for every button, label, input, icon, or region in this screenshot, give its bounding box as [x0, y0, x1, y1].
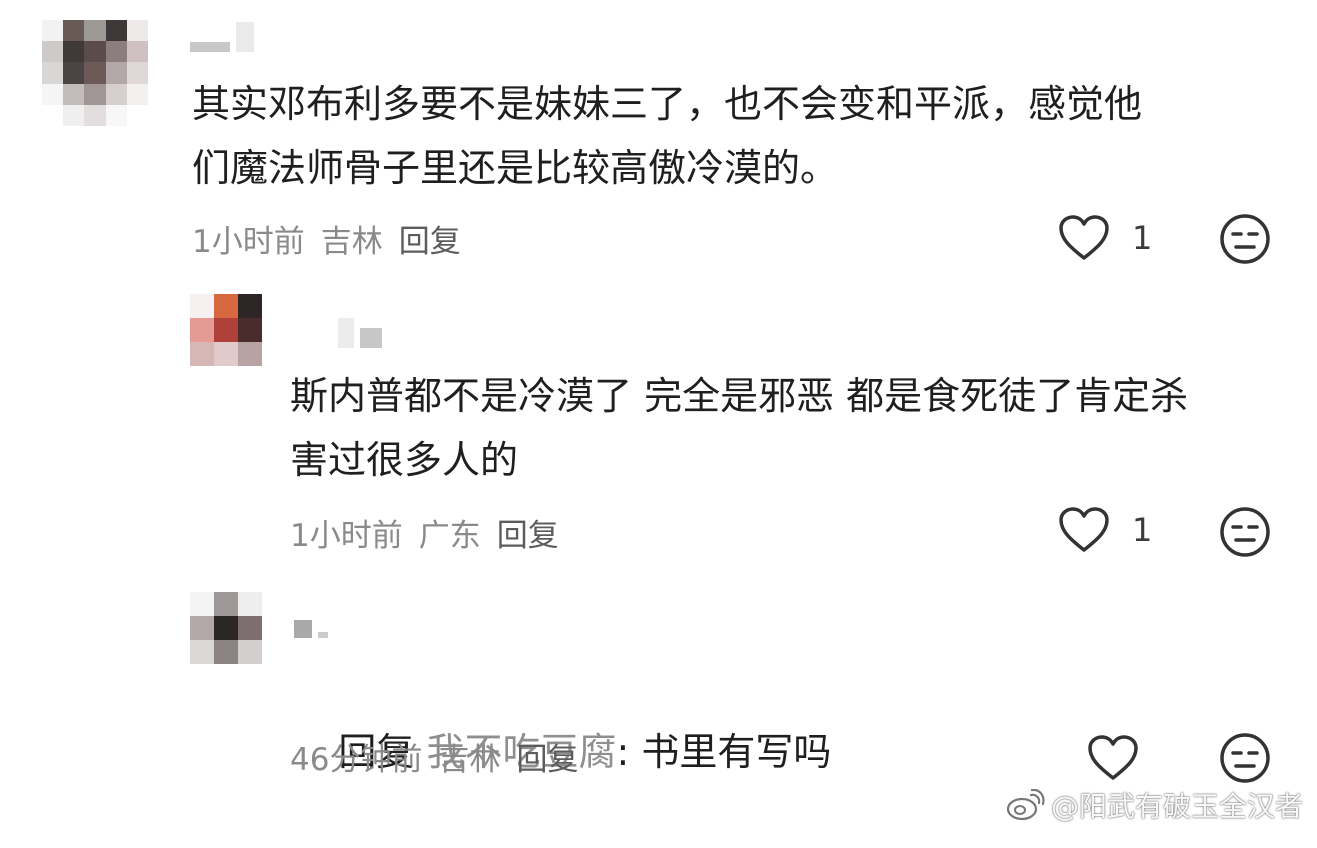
reply-text: : 书里有写吗	[616, 730, 832, 774]
reply-button[interactable]: 回复	[516, 734, 578, 779]
comment-item: 斯内普都不是冷漠了 完全是邪恶 都是食死徒了肯定杀 害过很多人的 1小时前 广东…	[0, 280, 1317, 580]
neutral-face-icon	[1220, 733, 1270, 783]
comment-location: 吉林	[320, 224, 383, 260]
comment-meta: 1小时前 广东 回复	[290, 510, 559, 555]
like-button[interactable]	[1087, 734, 1161, 782]
like-count: 1	[1132, 219, 1153, 257]
neutral-face-icon	[1220, 507, 1270, 557]
like-count: 1	[1132, 511, 1153, 549]
neutral-face-icon	[1220, 214, 1270, 264]
comment-meta: 46分钟前 吉林 回复	[290, 734, 578, 779]
comment-text: 其实邓布利多要不是妹妹三了，也不会变和平派，感觉他 们魔法师骨子里还是比较高傲冷…	[192, 82, 1143, 190]
username[interactable]	[338, 314, 382, 348]
watermark: @阳武有破玉全汉者	[1005, 785, 1303, 825]
watermark-text: @阳武有破玉全汉者	[1050, 790, 1303, 823]
comment-location: 吉林	[438, 742, 501, 778]
dislike-button[interactable]	[1219, 732, 1271, 788]
reply-button[interactable]: 回复	[497, 510, 559, 555]
comment-meta: 1小时前 吉林 回复	[192, 216, 461, 261]
like-button[interactable]: 1	[1058, 506, 1152, 554]
dislike-button[interactable]	[1219, 506, 1271, 562]
avatar[interactable]	[42, 20, 148, 126]
avatar[interactable]	[190, 592, 262, 664]
username[interactable]	[190, 22, 254, 52]
comment-text: 斯内普都不是冷漠了 完全是邪恶 都是食死徒了肯定杀 害过很多人的	[290, 374, 1189, 482]
username[interactable]	[294, 612, 328, 638]
like-button[interactable]: 1	[1058, 214, 1152, 262]
comment-time: 1小时前	[290, 518, 403, 554]
reply-button[interactable]: 回复	[399, 216, 461, 261]
comment-time: 1小时前	[192, 224, 305, 260]
comment-location: 广东	[418, 518, 481, 554]
heart-outline-icon	[1059, 215, 1109, 260]
weibo-icon	[1006, 789, 1045, 821]
heart-outline-icon	[1088, 735, 1138, 780]
comment-item: 其实邓布利多要不是妹妹三了，也不会变和平派，感觉他 们魔法师骨子里还是比较高傲冷…	[0, 0, 1317, 280]
avatar[interactable]	[190, 294, 262, 366]
comment-time: 46分钟前	[290, 742, 423, 778]
heart-outline-icon	[1059, 507, 1109, 552]
dislike-button[interactable]	[1219, 213, 1271, 269]
